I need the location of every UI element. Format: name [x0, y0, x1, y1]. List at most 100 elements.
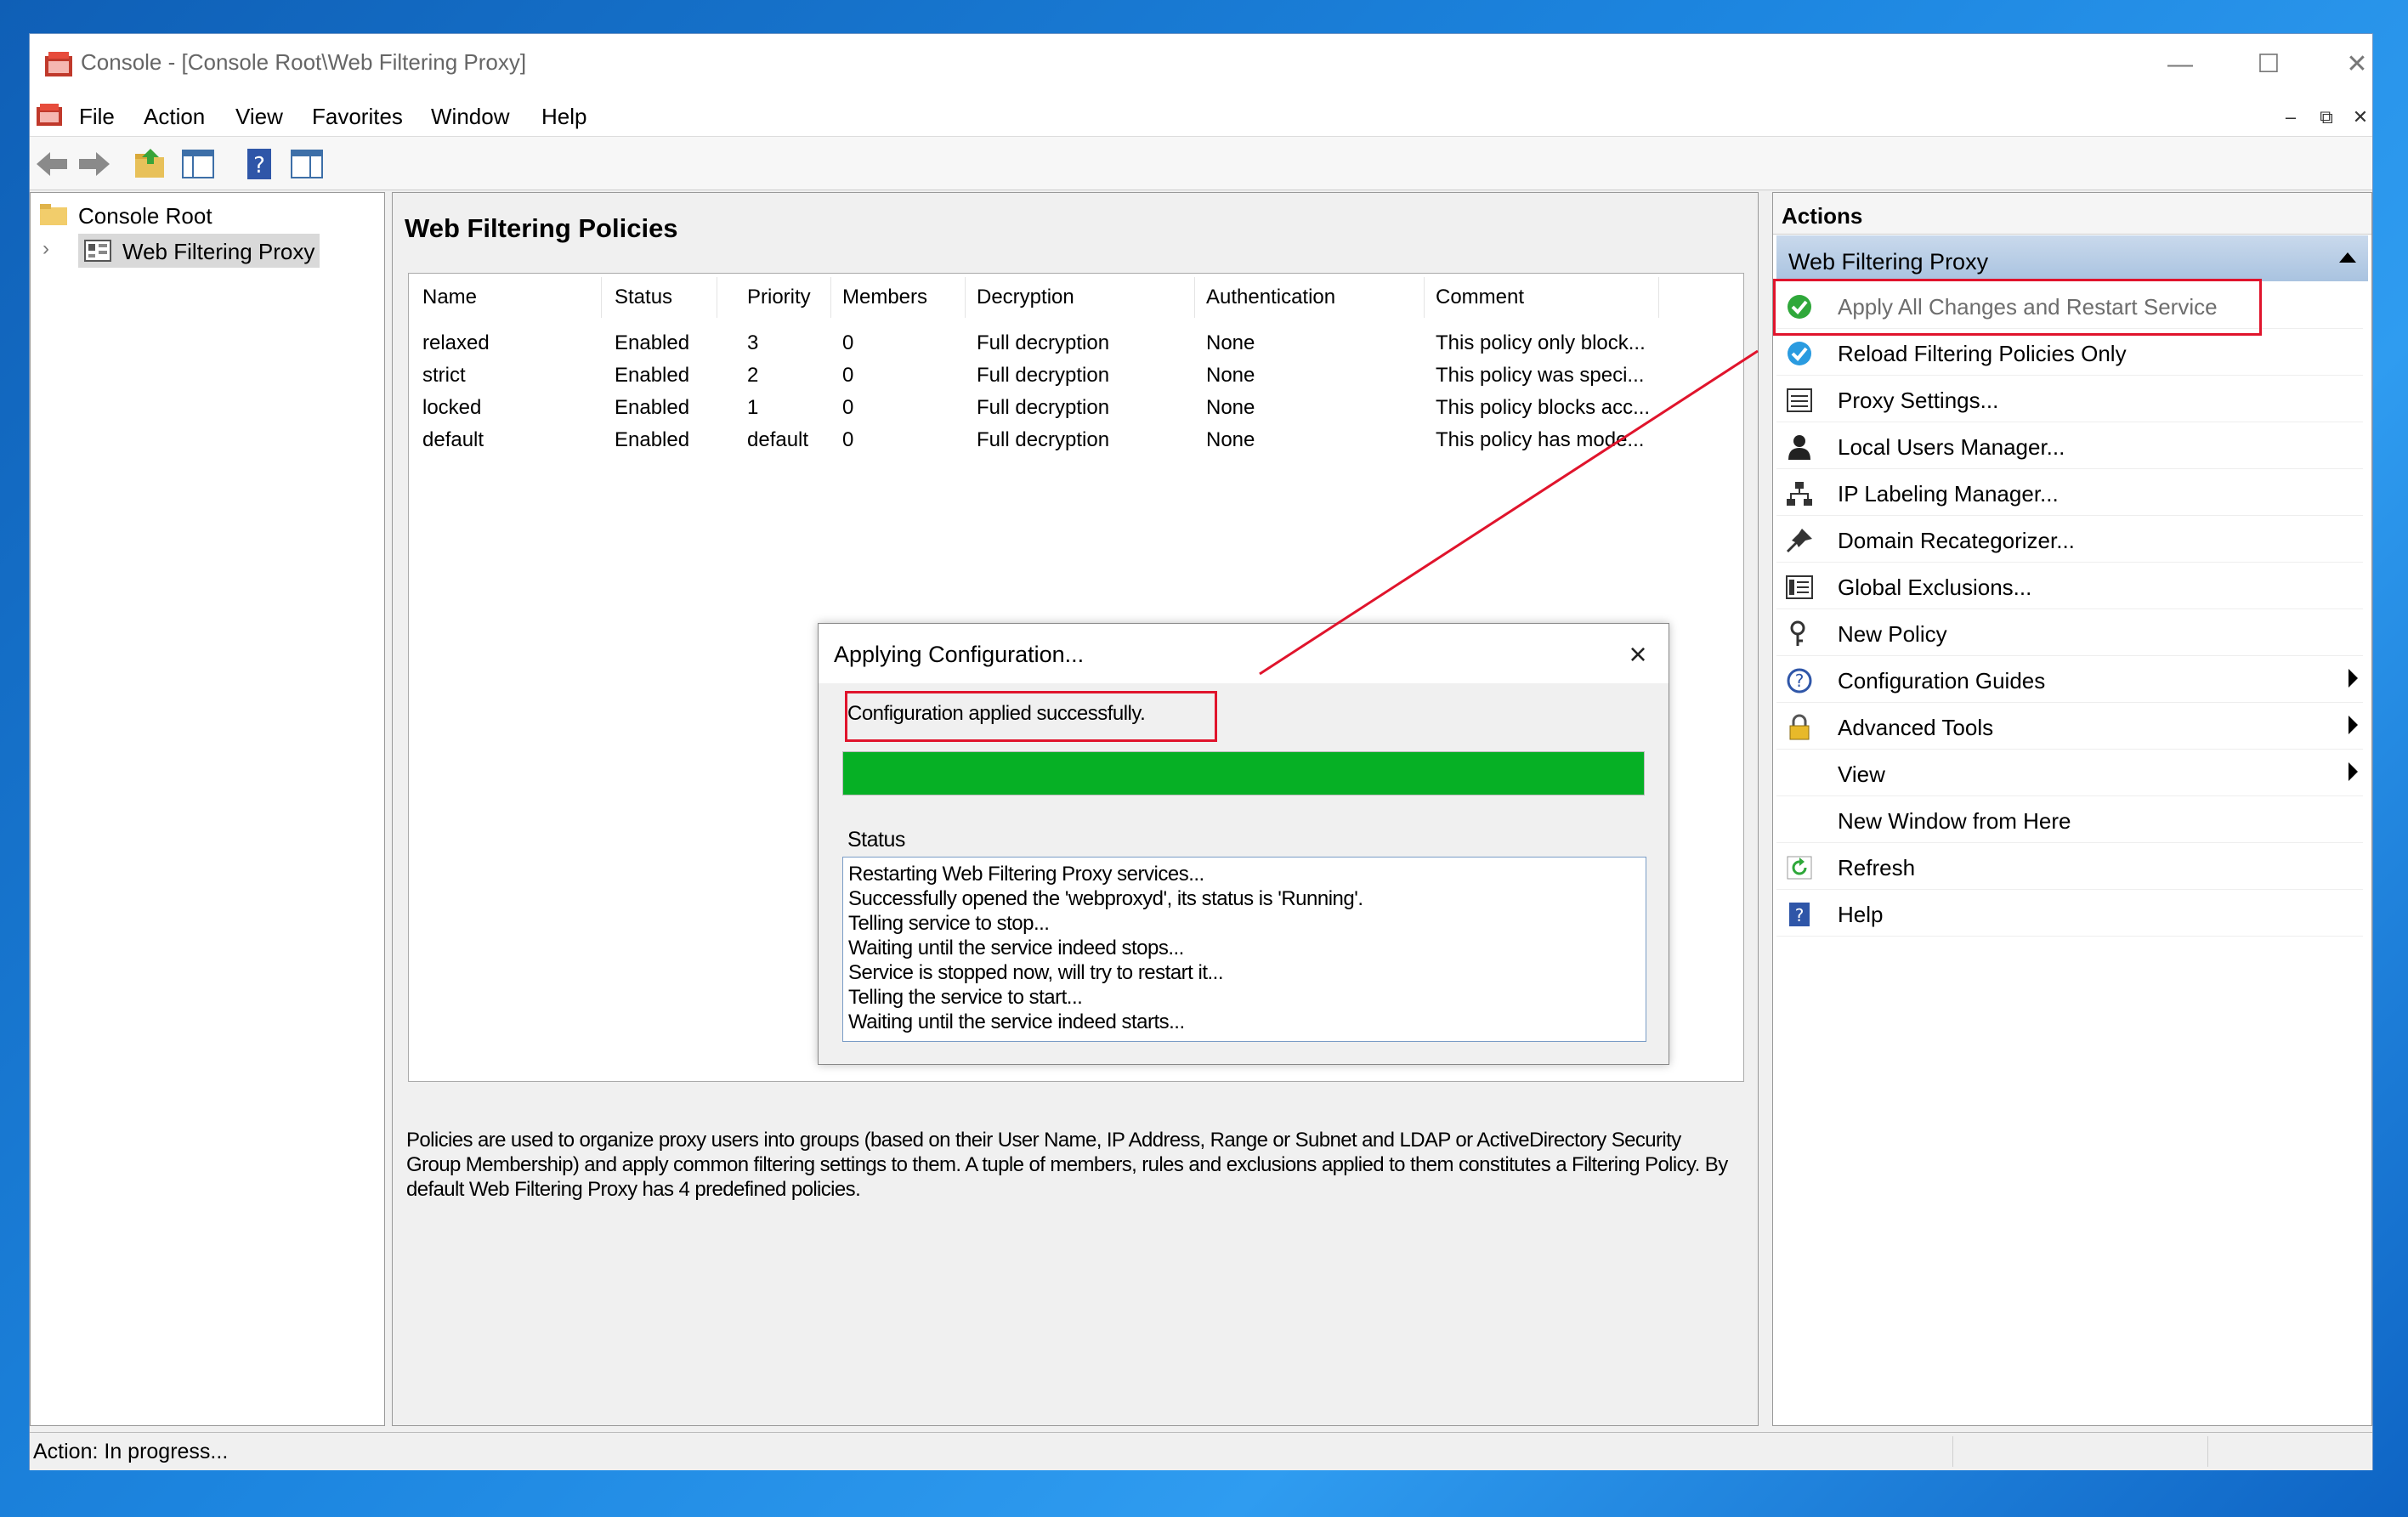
column-divider[interactable]: [601, 277, 602, 318]
show-hide-tree-icon[interactable]: [179, 145, 217, 183]
submenu-arrow-icon: [2349, 669, 2358, 688]
column-divider[interactable]: [965, 277, 966, 318]
column-header-members[interactable]: Members: [842, 286, 927, 309]
column-header-status[interactable]: Status: [615, 286, 672, 309]
table-cell: None: [1206, 364, 1255, 387]
list-icon: [1786, 575, 1813, 599]
menu-file[interactable]: File: [79, 104, 115, 130]
column-divider[interactable]: [1194, 277, 1195, 318]
menu-bar: File Action View Favorites Window Help –…: [30, 95, 2372, 137]
table-cell: Full decryption: [977, 396, 1110, 419]
tree-label-web-filtering-proxy: Web Filtering Proxy: [122, 239, 315, 264]
log-line: Telling service to stop...: [848, 912, 1050, 935]
table-cell: 0: [842, 331, 854, 354]
action-label: IP Labeling Manager...: [1838, 481, 2059, 507]
table-row[interactable]: default Enabled default 0 Full decryption Non…: [409, 425, 1743, 457]
action-new-policy[interactable]: New Policy: [1776, 610, 2363, 656]
action-configuration-guides[interactable]: ? Configuration Guides: [1776, 657, 2363, 703]
action-label: Global Exclusions...: [1838, 575, 2032, 600]
action-proxy-settings[interactable]: Proxy Settings...: [1776, 376, 2363, 422]
action-advanced-tools[interactable]: Advanced Tools: [1776, 704, 2363, 750]
show-hide-action-pane-icon[interactable]: [288, 145, 326, 183]
close-button[interactable]: ✕: [2321, 42, 2393, 87]
action-local-users-manager[interactable]: Local Users Manager...: [1776, 423, 2363, 469]
collapse-up-icon[interactable]: [2339, 252, 2356, 263]
svg-text:?: ?: [253, 153, 265, 178]
table-row[interactable]: locked Enabled 1 0 Full decryption None This p…: [409, 393, 1743, 425]
column-divider[interactable]: [830, 277, 831, 318]
column-header-priority[interactable]: Priority: [747, 286, 811, 309]
actions-pane-header: Actions: [1773, 193, 2371, 235]
column-header-authentication[interactable]: Authentication: [1206, 286, 1335, 309]
proxy-node-icon: [84, 240, 111, 262]
table-cell: Enabled: [615, 331, 690, 354]
menu-help[interactable]: Help: [541, 104, 586, 130]
log-line: Telling the service to start...: [848, 986, 1083, 1009]
svg-text:?: ?: [1795, 671, 1805, 691]
table-cell: None: [1206, 428, 1255, 451]
table-cell: 0: [842, 396, 854, 419]
column-divider[interactable]: [1658, 277, 1659, 318]
mdi-restore-button[interactable]: ⧉: [2309, 104, 2343, 131]
actions-title: Actions: [1782, 203, 1863, 229]
action-new-window-from-here[interactable]: New Window from Here: [1776, 797, 2363, 843]
action-view[interactable]: View: [1776, 750, 2363, 796]
menu-action[interactable]: Action: [144, 104, 205, 130]
console-menu-icon[interactable]: [35, 102, 64, 129]
table-cell: strict: [422, 364, 466, 387]
dialog-title-bar: Applying Configuration... ×: [819, 624, 1669, 683]
column-header-decryption[interactable]: Decryption: [977, 286, 1074, 309]
actions-group-label: Web Filtering Proxy: [1788, 249, 1989, 275]
svg-text:?: ?: [1795, 905, 1805, 925]
status-label: Status: [847, 828, 905, 852]
minimize-button[interactable]: —: [2145, 42, 2216, 87]
title-bar: Console - [Console Root\Web Filtering Pr…: [30, 34, 2372, 95]
menu-window[interactable]: Window: [431, 104, 509, 130]
table-cell: Enabled: [615, 396, 690, 419]
back-arrow-icon[interactable]: [33, 145, 71, 183]
action-label: Proxy Settings...: [1838, 388, 1999, 413]
actions-group-web-filtering-proxy[interactable]: Web Filtering Proxy: [1776, 235, 2368, 281]
action-refresh[interactable]: Refresh: [1776, 844, 2363, 890]
action-label: Local Users Manager...: [1838, 434, 2065, 460]
up-folder-icon[interactable]: [132, 145, 169, 183]
dialog-title: Applying Configuration...: [834, 642, 1085, 667]
table-cell: None: [1206, 331, 1255, 354]
mdi-close-button[interactable]: ✕: [2343, 104, 2377, 131]
action-label: New Window from Here: [1838, 808, 2071, 834]
table-cell: Enabled: [615, 364, 690, 387]
submenu-arrow-icon: [2349, 762, 2358, 781]
menu-view[interactable]: View: [235, 104, 283, 130]
action-label: Advanced Tools: [1838, 715, 1994, 740]
log-line: Service is stopped now, will try to rest…: [848, 961, 1224, 984]
action-global-exclusions[interactable]: Global Exclusions...: [1776, 563, 2363, 609]
blue-check-icon: [1788, 342, 1811, 365]
table-row[interactable]: strict Enabled 2 0 Full decryption None This p…: [409, 360, 1743, 393]
table-cell: Enabled: [615, 428, 690, 451]
action-domain-recategorizer[interactable]: Domain Recategorizer...: [1776, 517, 2363, 563]
applying-configuration-dialog: Applying Configuration... × Configuratio…: [818, 623, 1669, 1065]
chevron-right-icon[interactable]: ›: [42, 237, 49, 261]
maximize-button[interactable]: ☐: [2233, 42, 2304, 87]
status-divider: [1952, 1436, 1953, 1467]
status-log[interactable]: Restarting Web Filtering Proxy services.…: [842, 857, 1646, 1042]
mdi-minimize-button[interactable]: –: [2274, 104, 2308, 131]
action-label: Refresh: [1838, 855, 1916, 880]
action-reload-filtering-policies[interactable]: Reload Filtering Policies Only: [1776, 330, 2363, 376]
table-cell: Full decryption: [977, 364, 1110, 387]
menu-favorites[interactable]: Favorites: [312, 104, 403, 130]
column-header-name[interactable]: Name: [422, 286, 477, 309]
help-circle-icon: ?: [1787, 668, 1812, 693]
forward-arrow-icon[interactable]: [76, 145, 113, 183]
column-divider[interactable]: [1424, 277, 1425, 318]
console-app-icon: [45, 52, 72, 76]
table-row[interactable]: relaxed Enabled 3 0 Full decryption None This …: [409, 328, 1743, 360]
column-header-comment[interactable]: Comment: [1436, 286, 1524, 309]
action-ip-labeling-manager[interactable]: IP Labeling Manager...: [1776, 470, 2363, 516]
table-cell: 2: [747, 364, 759, 387]
action-help[interactable]: ? Help: [1776, 891, 2363, 937]
action-label: Reload Filtering Policies Only: [1838, 341, 2127, 366]
table-cell: 0: [842, 428, 854, 451]
help-book-icon[interactable]: ?: [241, 145, 278, 183]
dialog-close-button[interactable]: ×: [1619, 636, 1657, 673]
